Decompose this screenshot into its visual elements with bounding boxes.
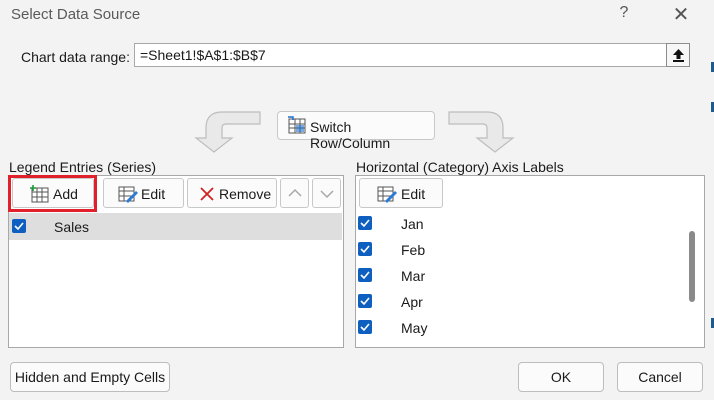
edit-series-label: Edit bbox=[141, 186, 166, 202]
chevron-down-icon bbox=[320, 190, 334, 199]
category-label: Apr bbox=[401, 294, 423, 310]
category-list-item[interactable]: Feb bbox=[357, 237, 677, 263]
edit-category-label: Edit bbox=[401, 186, 426, 202]
curved-arrow-right-icon bbox=[448, 111, 515, 153]
category-checkbox[interactable] bbox=[358, 294, 372, 308]
checkmark-icon bbox=[360, 297, 370, 306]
category-scrollbar-thumb[interactable] bbox=[689, 231, 695, 302]
collapse-dialog-icon bbox=[673, 49, 684, 62]
chart-data-range-input[interactable]: =Sheet1!$A$1:$B$7 bbox=[134, 43, 690, 67]
series-checkbox[interactable] bbox=[12, 219, 26, 233]
add-button-highlight bbox=[8, 175, 97, 212]
category-checkbox[interactable] bbox=[358, 242, 372, 256]
move-down-button[interactable] bbox=[312, 178, 341, 208]
move-up-button[interactable] bbox=[280, 178, 309, 208]
category-label: Feb bbox=[401, 242, 426, 258]
checkmark-icon bbox=[14, 222, 24, 231]
switch-row-column-button[interactable]: Switch Row/Column bbox=[277, 111, 435, 151]
category-list-item[interactable]: May bbox=[357, 315, 677, 341]
checkmark-icon bbox=[360, 219, 370, 228]
category-label: Mar bbox=[401, 268, 426, 284]
edit-table-icon bbox=[118, 186, 138, 203]
checkmark-icon bbox=[360, 271, 370, 280]
series-list-item[interactable]: Sales bbox=[9, 213, 342, 240]
edit-table-icon bbox=[377, 186, 397, 203]
category-list-item[interactable]: Apr bbox=[357, 289, 677, 315]
category-list-item[interactable]: Jan bbox=[357, 211, 677, 237]
category-label: May bbox=[401, 320, 428, 336]
switch-row-column-label: Switch Row/Column bbox=[310, 119, 391, 151]
category-label: Jan bbox=[401, 216, 424, 232]
checkmark-icon bbox=[360, 245, 370, 254]
remove-x-icon bbox=[200, 187, 214, 201]
switch-row-column-icon bbox=[288, 116, 306, 134]
dialog-title: Select Data Source bbox=[11, 6, 141, 23]
curved-arrow-left-icon bbox=[194, 111, 261, 153]
category-axis-label: Horizontal (Category) Axis Labels bbox=[356, 159, 564, 175]
category-checkbox[interactable] bbox=[358, 320, 372, 334]
edit-series-button[interactable]: Edit bbox=[103, 178, 184, 208]
close-button[interactable]: ✕ bbox=[670, 2, 692, 27]
legend-entries-label: Legend Entries (Series) bbox=[9, 159, 157, 175]
cancel-button[interactable]: Cancel bbox=[617, 362, 703, 392]
help-button[interactable]: ? bbox=[614, 4, 634, 22]
remove-series-button[interactable]: Remove bbox=[187, 178, 277, 208]
category-checkbox[interactable] bbox=[358, 268, 372, 282]
checkmark-icon bbox=[360, 323, 370, 332]
edit-category-button[interactable]: Edit bbox=[359, 178, 443, 208]
chart-data-range-value: =Sheet1!$A$1:$B$7 bbox=[140, 47, 266, 63]
hidden-empty-cells-button[interactable]: Hidden and Empty Cells bbox=[10, 362, 170, 392]
collapse-range-button[interactable] bbox=[666, 43, 690, 67]
title-bar: Select Data Source ? ✕ bbox=[0, 0, 714, 30]
chart-data-range-label: Chart data range: bbox=[21, 49, 130, 65]
chevron-up-icon bbox=[288, 188, 302, 197]
category-checkbox[interactable] bbox=[358, 216, 372, 230]
category-list-item[interactable]: Mar bbox=[357, 263, 677, 289]
series-name: Sales bbox=[54, 219, 90, 235]
remove-series-label: Remove bbox=[219, 186, 272, 202]
ok-button[interactable]: OK bbox=[518, 362, 604, 392]
